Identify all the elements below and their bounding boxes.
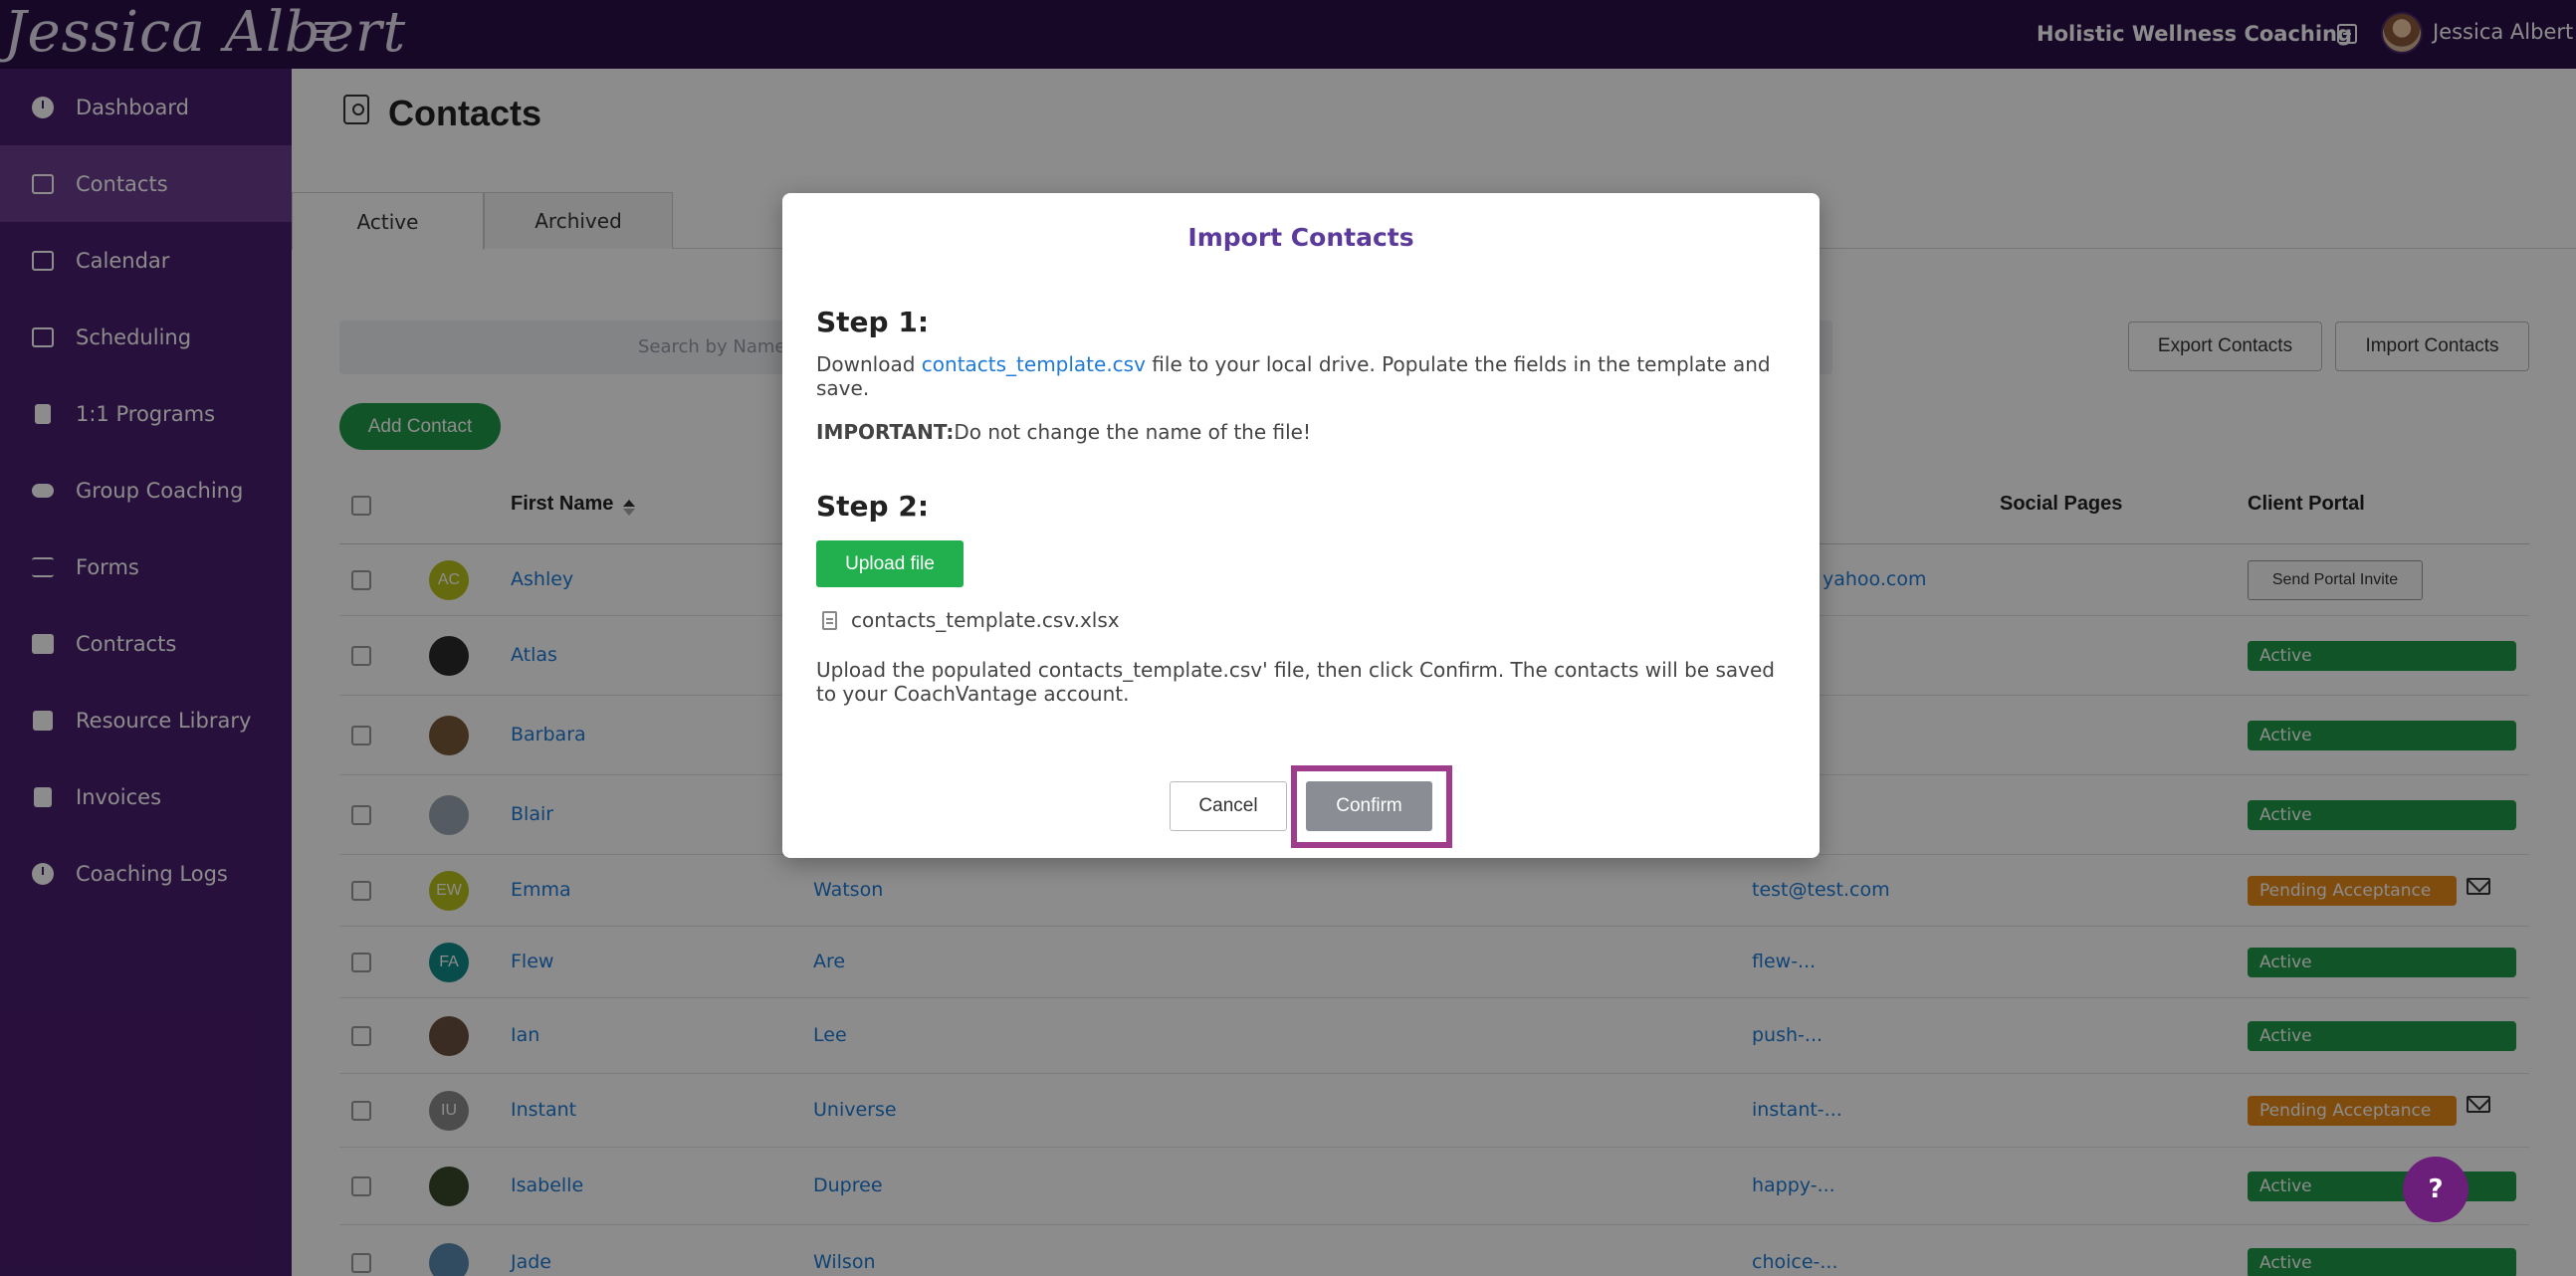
important-text: Do not change the name of the file! — [954, 420, 1311, 444]
step2-instructions: Upload the populated contacts_template.c… — [816, 658, 1775, 706]
confirm-button[interactable]: Confirm — [1306, 781, 1432, 831]
cancel-button[interactable]: Cancel — [1170, 781, 1287, 831]
step1-prefix: Download — [816, 352, 922, 376]
import-contacts-modal: Import Contacts Step 1: Download contact… — [782, 193, 1820, 858]
step1-instructions: Download contacts_template.csv file to y… — [816, 352, 1792, 400]
help-button[interactable]: ? — [2403, 1157, 2469, 1222]
file-icon — [822, 611, 837, 630]
important-note: IMPORTANT:Do not change the name of the … — [816, 420, 1792, 444]
template-download-link[interactable]: contacts_template.csv — [922, 352, 1146, 376]
upload-file-button[interactable]: Upload file — [816, 540, 964, 587]
uploaded-file-name: contacts_template.csv.xlsx — [851, 608, 1120, 632]
step1-heading: Step 1: — [816, 306, 930, 338]
modal-title: Import Contacts — [1187, 223, 1414, 252]
important-label: IMPORTANT: — [816, 420, 955, 444]
step2-heading: Step 2: — [816, 490, 930, 523]
